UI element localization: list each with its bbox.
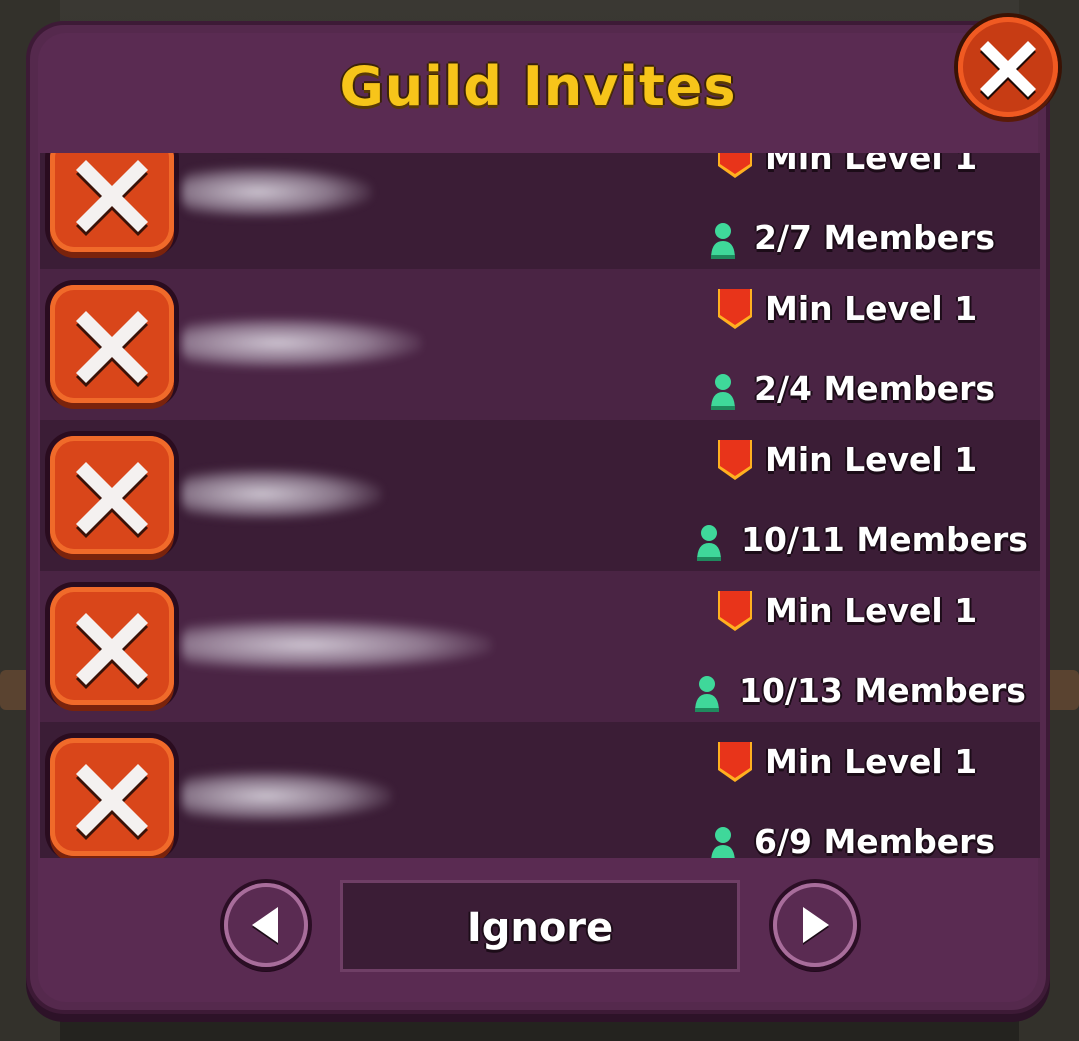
guild-name [182,317,422,369]
guild-name [182,770,392,822]
member-count-text: 2/7 Members [754,218,995,257]
next-page-button[interactable] [773,883,857,967]
min-level-text: Min Level 1 [765,440,978,479]
ignore-label: Ignore [466,905,614,951]
dialog-title: Guild Invites [339,55,737,118]
min-level-text: Min Level 1 [765,289,978,328]
guild-info: Min Level 1 10/11 Members [680,420,1028,571]
person-icon [711,223,735,259]
shield-icon [718,153,752,178]
min-level-text: Min Level 1 [765,153,978,177]
decline-button[interactable] [50,436,174,554]
close-button[interactable] [958,17,1058,117]
guild-name [182,166,372,218]
member-count-text: 10/11 Members [741,520,1028,559]
decline-button[interactable] [50,285,174,403]
guild-name [182,468,382,520]
decline-x-icon [76,613,148,689]
guild-info: Min Level 1 2/7 Members [680,153,1020,269]
decline-button[interactable] [50,738,174,856]
arrow-left-icon [252,907,278,945]
guild-name [182,619,492,671]
decline-x-icon [76,311,148,387]
decline-x-icon [76,764,148,840]
person-icon [695,676,719,712]
invite-row: Min Level 1 2/4 Members [40,269,1040,420]
invite-row: Min Level 1 6/9 Members [40,722,1040,858]
shield-icon [718,591,752,631]
arrow-right-icon [803,907,829,945]
guild-info: Min Level 1 6/9 Members [680,722,1020,858]
decline-button[interactable] [50,587,174,705]
member-count-text: 10/13 Members [739,671,1026,710]
member-count-text: 2/4 Members [754,369,995,408]
invite-row: Min Level 1 10/13 Members [40,571,1040,722]
member-count-text: 6/9 Members [754,822,995,858]
min-level-text: Min Level 1 [765,742,978,781]
shield-icon [718,289,752,329]
guild-info: Min Level 1 2/4 Members [680,269,1020,420]
decline-x-icon [76,160,148,236]
person-icon [711,374,735,410]
decline-button[interactable] [50,153,174,252]
close-icon [980,41,1036,100]
invite-row: Min Level 1 2/7 Members [40,153,1040,269]
ignore-button[interactable]: Ignore [340,880,740,972]
prev-page-button[interactable] [224,883,308,967]
dialog-header: Guild Invites [40,25,1036,156]
invite-row: Min Level 1 10/11 Members [40,420,1040,571]
shield-icon [718,742,752,782]
guild-info: Min Level 1 10/13 Members [680,571,1026,722]
shield-icon [718,440,752,480]
min-level-text: Min Level 1 [765,591,978,630]
person-icon [711,827,735,858]
invite-list[interactable]: Min Level 1 2/7 Members Min Level 1 2/4 … [40,153,1040,858]
person-icon [697,525,721,561]
decline-x-icon [76,462,148,538]
